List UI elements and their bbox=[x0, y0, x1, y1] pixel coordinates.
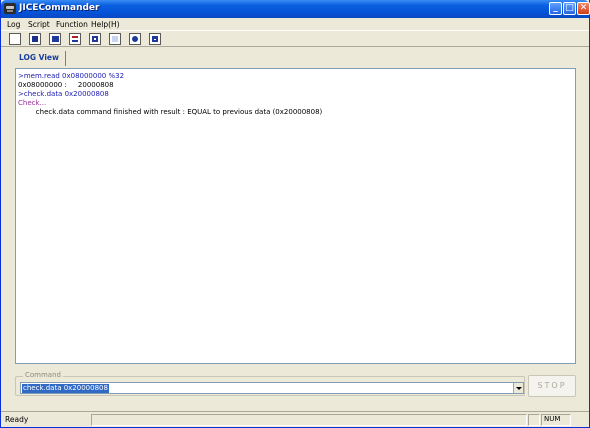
close-button[interactable]: ✕ bbox=[577, 2, 590, 15]
app-icon[interactable] bbox=[4, 3, 16, 14]
stop-button[interactable]: STOP bbox=[528, 375, 576, 397]
command-legend: Command bbox=[23, 371, 63, 379]
command-input[interactable]: check.data 0x20000808 bbox=[22, 384, 109, 393]
open-script-icon[interactable] bbox=[49, 33, 61, 45]
run-icon[interactable] bbox=[129, 33, 141, 45]
log-glyph bbox=[72, 36, 78, 42]
menu-function[interactable]: Function bbox=[56, 20, 88, 29]
text-icon[interactable] bbox=[109, 33, 121, 45]
menu-bar: Log Script Function Help(H) bbox=[1, 18, 589, 30]
log-line: check.data command finished with result … bbox=[18, 108, 323, 116]
menu-script[interactable]: Script bbox=[28, 20, 50, 29]
new-icon[interactable] bbox=[9, 33, 21, 45]
log-line: Check... bbox=[18, 99, 47, 107]
maximize-button[interactable]: □ bbox=[563, 2, 576, 15]
log-line: >check.data 0x20000808 bbox=[18, 90, 109, 98]
text-glyph bbox=[112, 36, 118, 42]
window-title: JICECommander bbox=[19, 3, 100, 13]
status-pane bbox=[91, 414, 527, 426]
log-line: 0x08000000 : 20000808 bbox=[18, 81, 114, 89]
window-glyph bbox=[152, 36, 158, 42]
app-window: JICECommander _ □ ✕ Log Script Function … bbox=[0, 0, 590, 428]
command-group: Command check.data 0x20000808 bbox=[15, 371, 525, 396]
status-bar: Ready NUM bbox=[1, 411, 589, 427]
toolbar bbox=[1, 30, 589, 47]
save-icon[interactable] bbox=[29, 33, 41, 45]
menu-log[interactable]: Log bbox=[7, 20, 20, 29]
minimize-button[interactable]: _ bbox=[549, 2, 562, 15]
script-glyph bbox=[52, 36, 59, 42]
dump-icon[interactable] bbox=[89, 33, 101, 45]
dump-glyph bbox=[92, 36, 98, 42]
title-bar[interactable]: JICECommander _ □ ✕ bbox=[1, 0, 590, 18]
tab-log-view[interactable]: LOG View bbox=[13, 51, 66, 66]
chevron-down-icon[interactable] bbox=[513, 383, 523, 393]
tab-bar: LOG View bbox=[1, 48, 589, 66]
window-icon[interactable] bbox=[149, 33, 161, 45]
log-line: >mem.read 0x08000000 %32 bbox=[18, 72, 125, 80]
status-num: NUM bbox=[544, 415, 561, 423]
log-icon[interactable] bbox=[69, 33, 81, 45]
log-view[interactable]: >mem.read 0x08000000 %32 0x08000000 : 20… bbox=[15, 68, 576, 364]
status-pane bbox=[528, 414, 540, 426]
run-glyph bbox=[132, 36, 138, 42]
command-combobox[interactable]: check.data 0x20000808 bbox=[20, 382, 524, 394]
menu-help[interactable]: Help(H) bbox=[91, 20, 120, 29]
save-glyph bbox=[32, 36, 38, 42]
status-text: Ready bbox=[5, 415, 29, 424]
